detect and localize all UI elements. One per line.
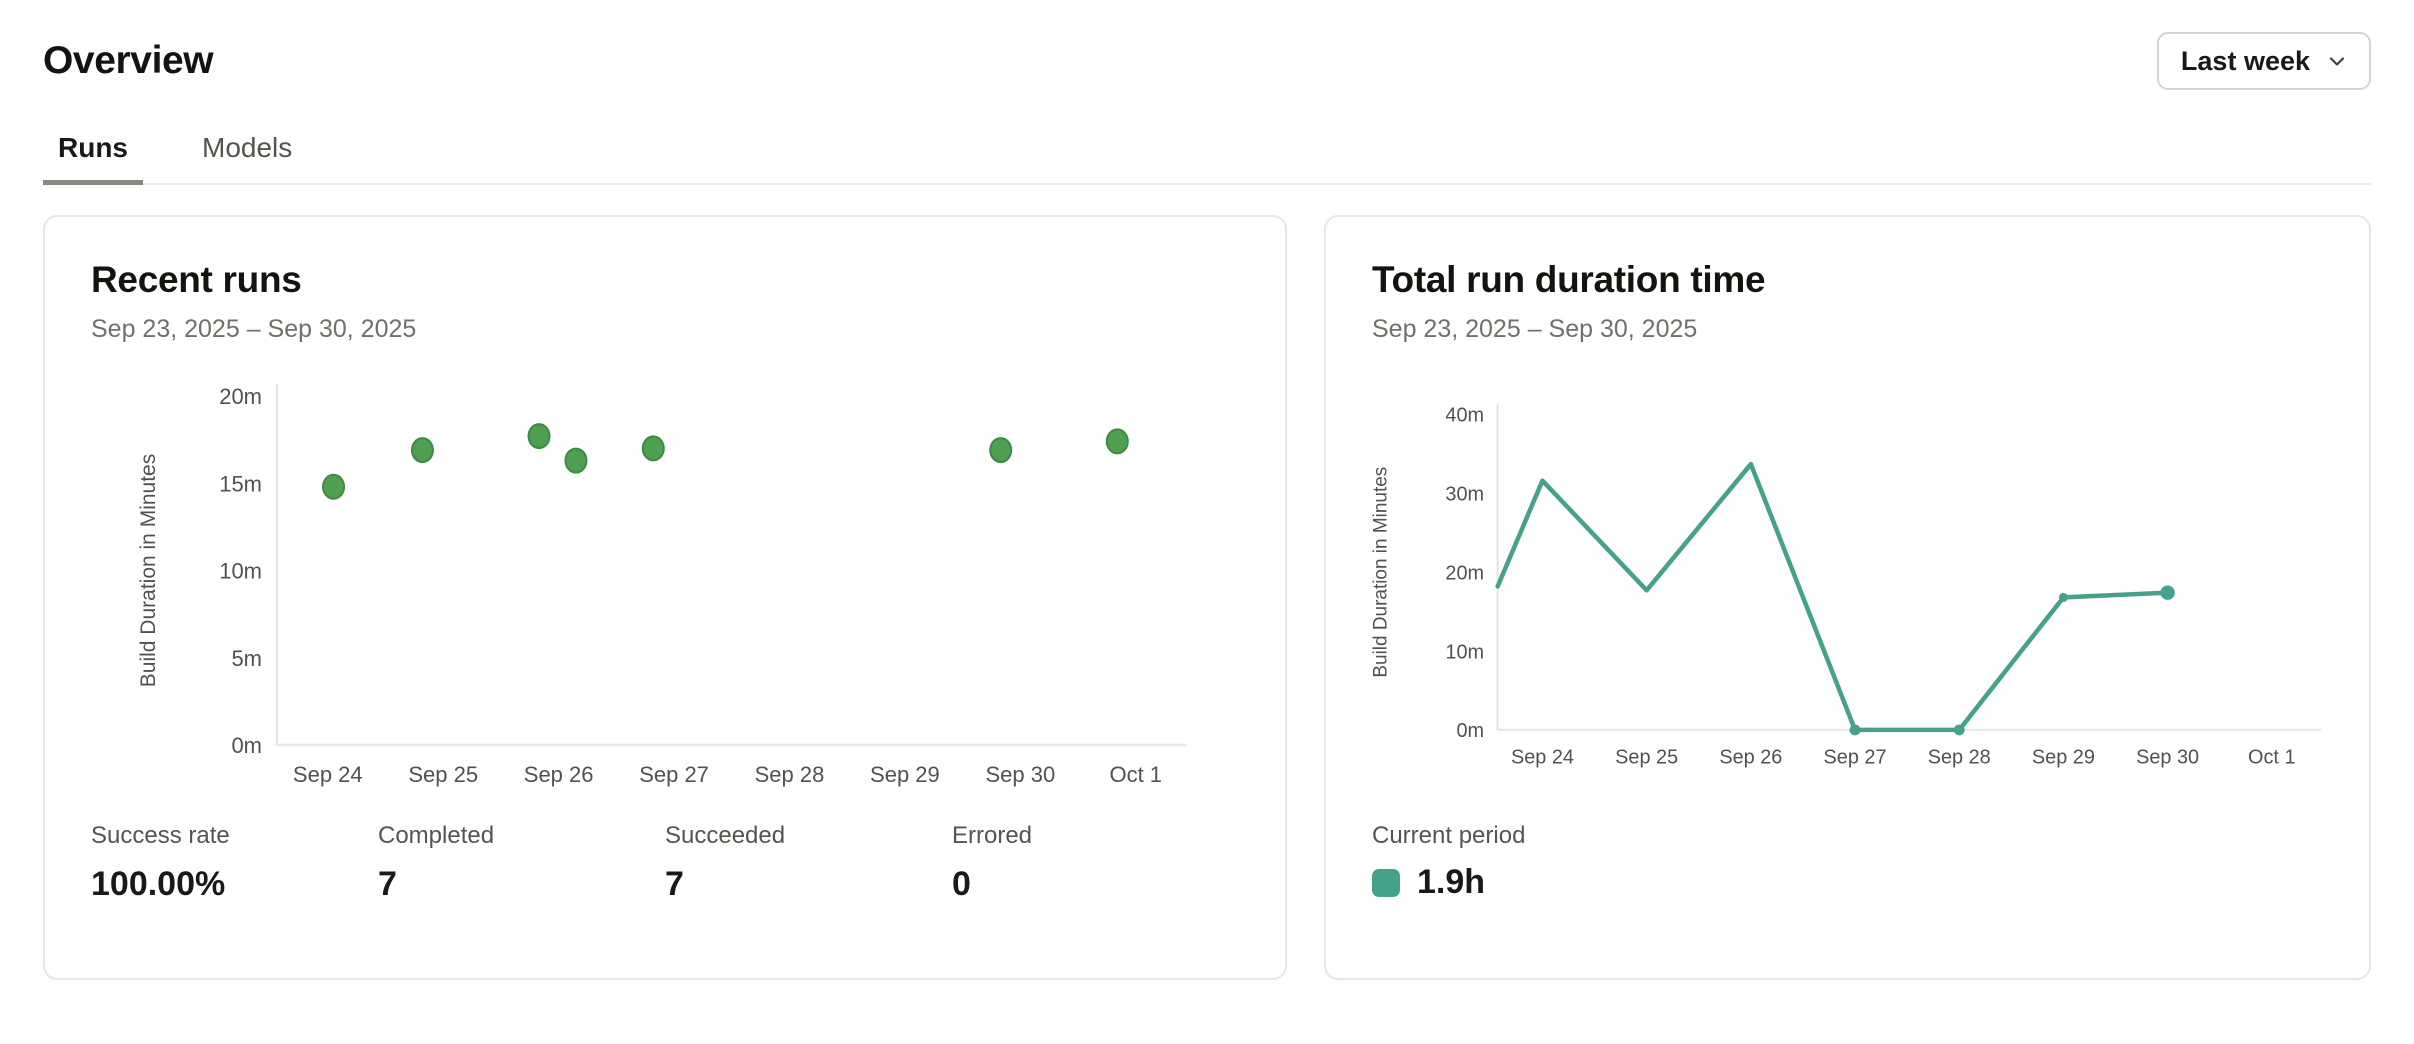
stat-label: Succeeded: [665, 822, 952, 850]
scatter-point: [412, 438, 433, 462]
y-tick-label: 40m: [1445, 405, 1484, 427]
y-tick-label: 10m: [1445, 641, 1484, 663]
page-title: Overview: [43, 39, 213, 83]
date-range: Sep 23, 2025 – Sep 30, 2025: [91, 315, 1239, 344]
x-tick-label: Sep 29: [870, 762, 940, 787]
stat-succeeded: Succeeded 7: [665, 822, 952, 904]
scatter-point: [323, 475, 344, 499]
recent-runs-scatter-chart: 0m 5m 10m 15m 20m Sep 24 Sep 25 Sep 26 Sep 27 Sep…: [91, 382, 1239, 794]
line-point-marker: [2160, 585, 2174, 599]
stat-completed: Completed 7: [378, 822, 665, 904]
x-tick-label: Sep 25: [1615, 746, 1678, 768]
x-tick-label: Sep 30: [2136, 746, 2199, 768]
x-tick-label: Sep 26: [524, 762, 594, 787]
y-tick-label: 30m: [1445, 484, 1484, 506]
y-tick-label: 20m: [1445, 562, 1484, 584]
line-point-marker: [1850, 725, 1861, 736]
overview-page: Overview Last week Runs Models Recent ru…: [0, 0, 2414, 1044]
stat-value: 0: [952, 865, 1239, 904]
period-dropdown-label: Last week: [2181, 46, 2310, 77]
line-point-marker: [2059, 593, 2068, 602]
y-tick-label: 10m: [219, 559, 262, 584]
run-stats: Success rate 100.00% Completed 7 Succeed…: [91, 822, 1239, 904]
legend-color-swatch: [1372, 869, 1400, 897]
line-point-marker: [1954, 725, 1965, 736]
stat-value: 100.00%: [91, 865, 378, 904]
scatter-point: [990, 438, 1011, 462]
stat-value: 7: [665, 865, 952, 904]
x-tick-label: Sep 27: [639, 762, 709, 787]
period-dropdown[interactable]: Last week: [2157, 32, 2371, 90]
x-tick-label: Sep 26: [1719, 746, 1782, 768]
cards-row: Recent runs Sep 23, 2025 – Sep 30, 2025 …: [43, 215, 2371, 980]
legend-value: 1.9h: [1417, 863, 1485, 902]
chart-legend: Current period 1.9h: [1372, 822, 2323, 902]
x-tick-label: Sep 30: [985, 762, 1055, 787]
date-range: Sep 23, 2025 – Sep 30, 2025: [1372, 315, 2323, 344]
legend-row: 1.9h: [1372, 863, 2323, 902]
total-duration-line-chart: 0m 10m 20m 30m 40m Sep 24 Sep 25 Sep 26 Sep 27 Se…: [1372, 382, 2323, 794]
x-tick-label: Oct 1: [1109, 762, 1162, 787]
stat-label: Errored: [952, 822, 1239, 850]
x-tick-label: Sep 28: [755, 762, 825, 787]
y-tick-label: 5m: [231, 646, 262, 671]
tab-runs[interactable]: Runs: [43, 132, 143, 183]
x-tick-label: Sep 25: [408, 762, 478, 787]
chevron-down-icon: [2325, 49, 2349, 73]
stat-errored: Errored 0: [952, 822, 1239, 904]
y-axis-title: Build Duration in Minutes: [137, 454, 160, 687]
tab-models[interactable]: Models: [187, 132, 307, 183]
stat-label: Success rate: [91, 822, 378, 850]
card-title: Recent runs: [91, 259, 1239, 301]
y-tick-label: 15m: [219, 471, 262, 496]
card-title: Total run duration time: [1372, 259, 2323, 301]
x-tick-label: Sep 24: [293, 762, 363, 787]
y-tick-label: 0m: [231, 733, 262, 758]
scatter-point: [529, 424, 550, 448]
x-tick-label: Sep 28: [1928, 746, 1991, 768]
legend-label: Current period: [1372, 822, 2323, 850]
scatter-point: [643, 436, 664, 460]
x-tick-label: Oct 1: [2248, 746, 2296, 768]
x-tick-label: Sep 27: [1824, 746, 1887, 768]
tabs: Runs Models: [43, 132, 2371, 185]
total-duration-card: Total run duration time Sep 23, 2025 – S…: [1324, 215, 2371, 980]
scatter-point: [1107, 429, 1128, 453]
y-tick-label: 20m: [219, 384, 262, 409]
stat-success-rate: Success rate 100.00%: [91, 822, 378, 904]
recent-runs-card: Recent runs Sep 23, 2025 – Sep 30, 2025 …: [43, 215, 1287, 980]
scatter-point: [565, 449, 586, 473]
x-tick-label: Sep 29: [2032, 746, 2095, 768]
y-axis-title: Build Duration in Minutes: [1372, 467, 1391, 678]
page-header: Overview Last week: [43, 0, 2371, 90]
stat-label: Completed: [378, 822, 665, 850]
y-tick-label: 0m: [1456, 720, 1484, 742]
stat-value: 7: [378, 865, 665, 904]
x-tick-label: Sep 24: [1511, 746, 1574, 768]
